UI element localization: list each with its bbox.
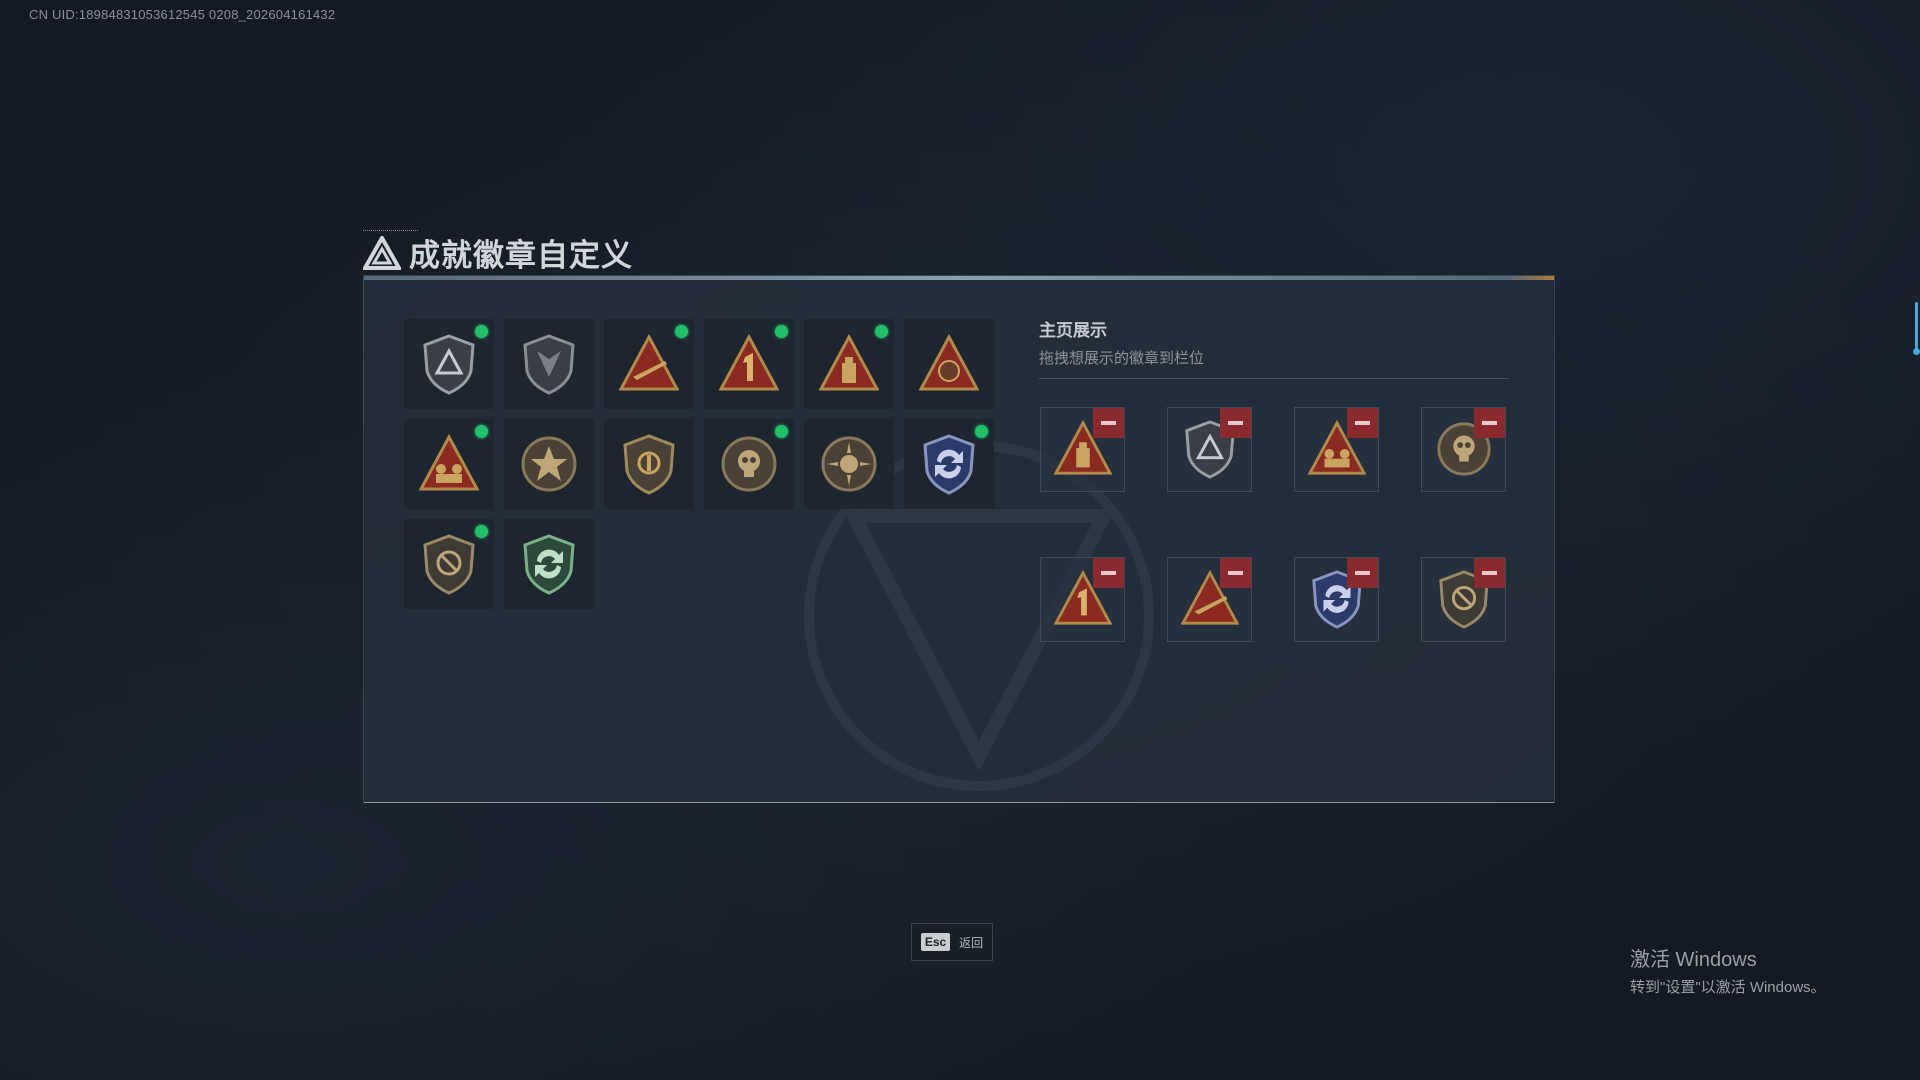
green-arrows-shield-badge-icon [523, 534, 575, 595]
new-indicator-dot [675, 325, 688, 338]
owned-badge-slot[interactable] [904, 319, 994, 409]
rifle-triangle-badge-icon [619, 333, 679, 391]
display-badge-slot[interactable] [1421, 407, 1506, 492]
grip-shield-badge-icon [623, 434, 675, 495]
remove-badge-button[interactable] [1220, 558, 1251, 588]
squad-triangle-badge-icon [419, 433, 479, 491]
remove-badge-button[interactable] [1347, 558, 1378, 588]
remove-badge-button[interactable] [1093, 408, 1124, 438]
back-label: 返回 [959, 935, 984, 950]
new-indicator-dot [475, 325, 488, 338]
owned-badge-slot[interactable] [604, 419, 694, 509]
triangle-logo-icon [363, 235, 401, 270]
owned-badge-slot[interactable] [804, 319, 894, 409]
display-title: 主页展示 [1039, 321, 1107, 340]
number-one-triangle-badge-icon [719, 333, 779, 391]
display-slot-grid [1040, 407, 1506, 642]
page-title: 成就徽章自定义 [363, 230, 633, 275]
owned-badge-slot[interactable] [504, 519, 594, 609]
owned-badge-slot[interactable] [504, 419, 594, 509]
blue-arrows-shield-badge-icon [923, 434, 975, 495]
new-indicator-dot [475, 425, 488, 438]
star-round-badge-icon [521, 436, 577, 492]
esc-key-label: Esc [920, 933, 951, 951]
owned-badge-slot[interactable] [404, 419, 494, 509]
panel-top-border [364, 276, 1554, 280]
display-badge-slot[interactable] [1294, 557, 1379, 642]
scroll-indicator[interactable] [1913, 302, 1920, 355]
skull-round-badge-icon [721, 436, 777, 492]
owned-badge-slot[interactable] [604, 319, 694, 409]
owned-badge-slot[interactable] [904, 419, 994, 509]
display-badge-slot[interactable] [1167, 407, 1252, 492]
owned-badge-grid [404, 319, 994, 609]
sunburst-round-badge-icon [821, 436, 877, 492]
new-indicator-dot [875, 325, 888, 338]
owned-badge-slot[interactable] [404, 519, 494, 609]
wing-shield-badge-icon [523, 334, 575, 395]
new-indicator-dot [775, 425, 788, 438]
display-badge-slot[interactable] [1040, 557, 1125, 642]
activation-title: 激活 Windows [1630, 949, 1757, 971]
remove-badge-button[interactable] [1474, 558, 1505, 588]
display-subtitle: 拖拽想展示的徽章到栏位 [1039, 350, 1205, 367]
lion-triangle-badge-icon [919, 333, 979, 391]
ammo-triangle-badge-icon [819, 333, 879, 391]
owned-badge-slot[interactable] [704, 319, 794, 409]
no-sign-shield-badge-icon [423, 534, 475, 595]
page-title-text: 成就徽章自定义 [409, 238, 633, 273]
new-indicator-dot [975, 425, 988, 438]
owned-badge-slot[interactable] [504, 319, 594, 409]
triangle-shield-badge-icon [423, 334, 475, 395]
remove-badge-button[interactable] [1474, 408, 1505, 438]
windows-activation-watermark: 激活 Windows 转到"设置"以激活 Windows。 [1630, 943, 1826, 997]
display-badge-slot[interactable] [1040, 407, 1125, 492]
activation-hint: 转到"设置"以激活 Windows。 [1630, 979, 1826, 996]
uid-label: CN UID:18984831053612545 0208_2026041614… [29, 7, 336, 22]
esc-back-button[interactable]: Esc 返回 [911, 923, 993, 961]
display-separator [1039, 378, 1509, 379]
display-badge-slot[interactable] [1294, 407, 1379, 492]
display-badge-slot[interactable] [1167, 557, 1252, 642]
remove-badge-button[interactable] [1093, 558, 1124, 588]
homepage-display-header: 主页展示 拖拽想展示的徽章到栏位 [1039, 316, 1509, 379]
new-indicator-dot [775, 325, 788, 338]
owned-badge-slot[interactable] [804, 419, 894, 509]
display-badge-slot[interactable] [1421, 557, 1506, 642]
remove-badge-button[interactable] [1347, 408, 1378, 438]
owned-badge-slot[interactable] [404, 319, 494, 409]
owned-badge-slot[interactable] [704, 419, 794, 509]
remove-badge-button[interactable] [1220, 408, 1251, 438]
new-indicator-dot [475, 525, 488, 538]
